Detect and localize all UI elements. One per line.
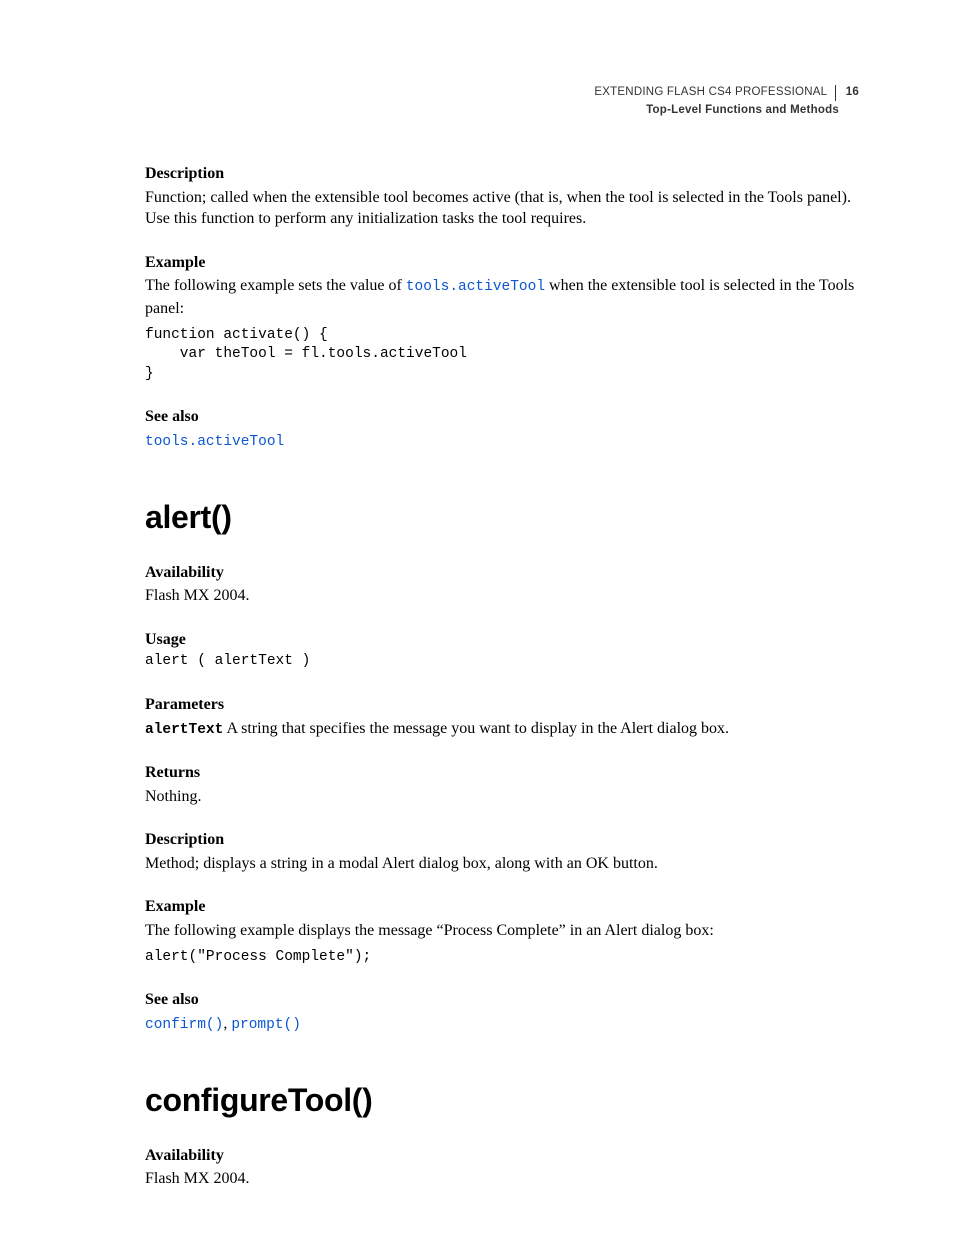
- seealso-link[interactable]: tools.activeTool: [145, 434, 284, 450]
- page: EXTENDING FLASH CS4 PROFESSIONAL 16 Top-…: [0, 0, 954, 1252]
- content: Description Function; called when the ex…: [145, 163, 859, 1190]
- example-intro: The following example sets the value of …: [145, 275, 859, 319]
- running-header: EXTENDING FLASH CS4 PROFESSIONAL 16 Top-…: [594, 85, 859, 118]
- seealso-links: confirm(), prompt(): [145, 1013, 859, 1036]
- subhead-seealso: See also: [145, 406, 859, 428]
- param-body: A string that specifies the message you …: [223, 720, 729, 737]
- subhead-example: Example: [145, 252, 859, 274]
- seealso-link-confirm[interactable]: confirm(): [145, 1017, 223, 1033]
- returns-body: Nothing.: [145, 786, 859, 808]
- subhead-description: Description: [145, 163, 859, 185]
- param-name: alertText: [145, 722, 223, 738]
- parameter-line: alertText A string that specifies the me…: [145, 718, 859, 741]
- usage-code: alert ( alertText ): [145, 652, 859, 672]
- description-body: Function; called when the extensible too…: [145, 187, 859, 230]
- subhead-returns: Returns: [145, 762, 859, 784]
- subhead-example: Example: [145, 896, 859, 918]
- subhead-seealso: See also: [145, 989, 859, 1011]
- subhead-parameters: Parameters: [145, 694, 859, 716]
- seealso-link-prompt[interactable]: prompt(): [231, 1017, 301, 1033]
- header-doc-title: EXTENDING FLASH CS4 PROFESSIONAL: [594, 85, 836, 101]
- api-heading-configuretool: configureTool(): [145, 1079, 859, 1122]
- subhead-availability: Availability: [145, 562, 859, 584]
- seealso-links: tools.activeTool: [145, 430, 859, 453]
- api-heading-alert: alert(): [145, 496, 859, 539]
- description-body: Method; displays a string in a modal Ale…: [145, 853, 859, 875]
- code-block: function activate() { var theTool = fl.t…: [145, 326, 859, 385]
- subhead-availability: Availability: [145, 1145, 859, 1167]
- header-page-number: 16: [840, 85, 859, 101]
- header-section: Top-Level Functions and Methods: [594, 103, 859, 119]
- subhead-usage: Usage: [145, 629, 859, 651]
- code-block: alert("Process Complete");: [145, 948, 859, 968]
- subhead-description: Description: [145, 829, 859, 851]
- example-intro-before: The following example sets the value of: [145, 277, 406, 294]
- availability-body: Flash MX 2004.: [145, 1168, 859, 1190]
- availability-body: Flash MX 2004.: [145, 585, 859, 607]
- inline-code-link[interactable]: tools.activeTool: [406, 279, 545, 295]
- example-intro: The following example displays the messa…: [145, 920, 859, 942]
